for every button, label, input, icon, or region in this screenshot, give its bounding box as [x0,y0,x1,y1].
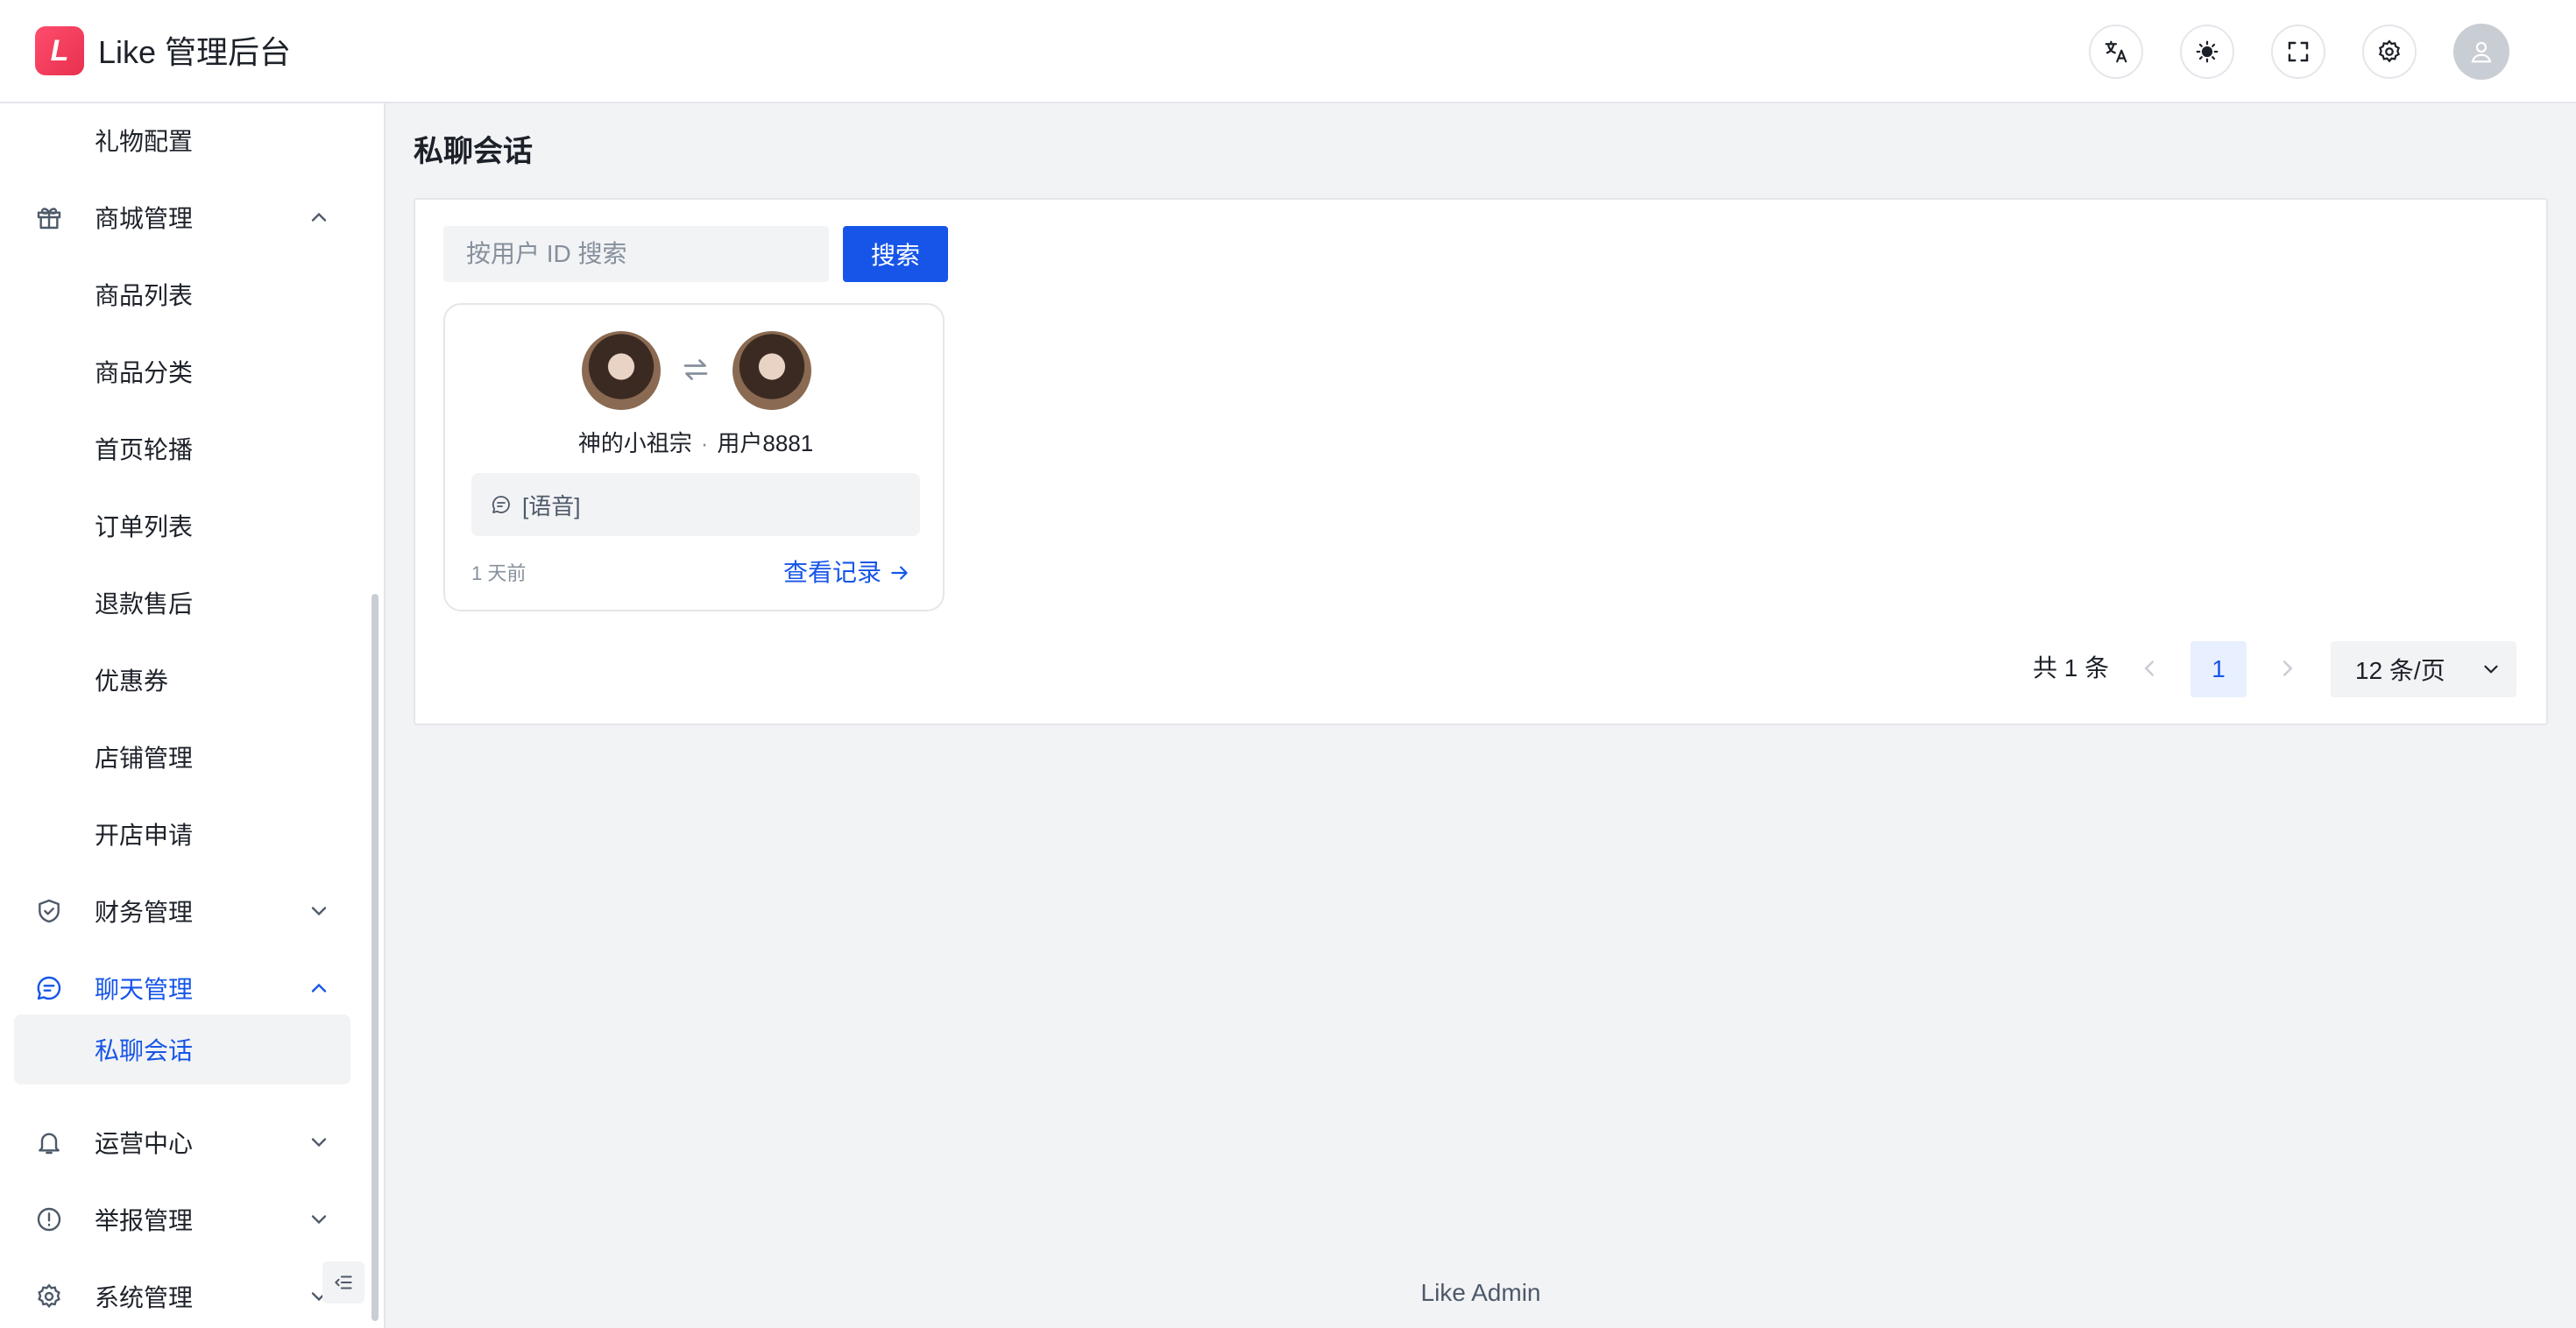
chat-icon [37,976,61,1000]
last-message-text: [语音] [522,492,581,519]
theme-toggle-button[interactable] [2180,25,2234,79]
collapse-menu-icon [334,1275,352,1289]
view-records-link[interactable]: 查看记录 [783,555,911,590]
separator-dot: · [700,430,709,456]
user-icon [2471,41,2492,63]
last-message-box: [语音] [471,473,920,536]
bell-icon [39,1133,60,1155]
chevron-up-icon [311,983,327,992]
chevron-down-icon [311,1138,327,1148]
page-size-select[interactable]: 12 条/页 [2331,641,2516,697]
sidebar-item-gift-config[interactable]: 礼物配置 [14,105,350,175]
sidebar-item-label: 开店申请 [95,822,194,849]
fullscreen-icon [2288,41,2309,62]
sidebar-group-chat[interactable]: 聊天管理 [14,953,350,1023]
sidebar-item-store-application[interactable]: 开店申请 [14,799,350,869]
sidebar-group-operations[interactable]: 运营中心 [14,1107,350,1177]
sidebar-item-label: 优惠券 [95,668,169,695]
chevron-up-icon [311,212,327,222]
footer-text: Like Admin [1420,1279,1541,1306]
shield-check-icon [39,899,60,923]
top-header: L Like 管理后台 [0,0,2576,103]
sidebar-item-label: 商城管理 [95,205,194,232]
settings-button[interactable] [2362,25,2417,79]
sidebar: 礼物配置 商城管理 商品列表 商品分类 首页轮播 订单列表 退款售后 优惠券 店… [0,103,386,1328]
avatar [732,331,811,410]
sidebar-item-home-carousel[interactable]: 首页轮播 [14,413,350,484]
logo: L [35,26,84,75]
sidebar-item-label: 举报管理 [95,1207,194,1234]
chevron-down-icon [311,1215,327,1225]
sidebar-item-label: 退款售后 [95,590,194,618]
user-id-search-input[interactable] [443,226,829,282]
page-title: 私聊会话 [414,135,533,168]
alert-circle-icon [37,1207,61,1232]
page-number-button[interactable]: 1 [2190,641,2247,697]
swap-arrows-icon [683,359,708,380]
fullscreen-button[interactable] [2271,25,2325,79]
sidebar-item-refunds[interactable]: 退款售后 [14,568,350,638]
sidebar-item-label: 私聊会话 [95,1037,194,1064]
participant-a-name: 神的小祖宗 [577,430,692,456]
sidebar-group-system[interactable]: 系统管理 [14,1261,350,1328]
sidebar-item-label: 运营中心 [95,1130,194,1157]
sidebar-item-coupons[interactable]: 优惠券 [14,645,350,715]
conversation-card: 神的小祖宗 · 用户8881 [语音] 1 天前 查看记录 [443,303,945,611]
sidebar-item-label: 商品分类 [95,359,194,386]
sidebar-item-label: 首页轮播 [95,436,194,463]
translate-button[interactable] [2089,25,2143,79]
app-title: Like 管理后台 [98,34,292,70]
arrow-right-icon [891,566,908,580]
avatar [582,331,661,410]
conversation-participants: 神的小祖宗 · 用户8881 [445,426,946,461]
user-avatar-button[interactable] [2453,24,2509,80]
sun-icon [2196,40,2219,63]
last-active-time: 1 天前 [471,562,527,584]
sidebar-item-label: 聊天管理 [95,976,194,1003]
search-button[interactable]: 搜索 [843,226,948,282]
sidebar-group-finance[interactable]: 财务管理 [14,876,350,946]
gear-icon [38,1283,60,1309]
sidebar-group-mall[interactable]: 商城管理 [14,182,350,252]
next-page-icon[interactable] [2275,655,2301,682]
sidebar-scrollbar[interactable] [372,594,379,1321]
gear-icon [2378,39,2401,63]
sidebar-item-label: 店铺管理 [95,745,194,772]
sidebar-item-label: 商品列表 [95,282,194,309]
view-records-label: 查看记录 [783,559,882,586]
page-size-value: 12 条/页 [2355,657,2445,684]
sidebar-item-product-category[interactable]: 商品分类 [14,336,350,406]
chevron-down-icon [2484,665,2498,674]
sidebar-item-label: 礼物配置 [95,128,194,155]
pagination-total: 共 1 条 [2033,654,2110,682]
sidebar-item-label: 财务管理 [95,899,194,926]
sidebar-group-reports[interactable]: 举报管理 [14,1184,350,1254]
sidebar-collapse-button[interactable] [322,1261,364,1303]
participant-b-name: 用户8881 [717,430,814,456]
sidebar-item-private-chat[interactable]: 私聊会话 [14,1014,350,1084]
prev-page-icon[interactable] [2136,655,2162,682]
gift-box-icon [37,208,61,230]
sidebar-item-label: 订单列表 [95,513,194,540]
sidebar-item-order-list[interactable]: 订单列表 [14,491,350,561]
sidebar-item-product-list[interactable]: 商品列表 [14,259,350,329]
message-icon [492,496,510,513]
chevron-down-icon [311,907,327,916]
sidebar-item-label: 系统管理 [95,1284,194,1311]
sidebar-item-store-management[interactable]: 店铺管理 [14,722,350,792]
translate-icon [2105,40,2127,63]
